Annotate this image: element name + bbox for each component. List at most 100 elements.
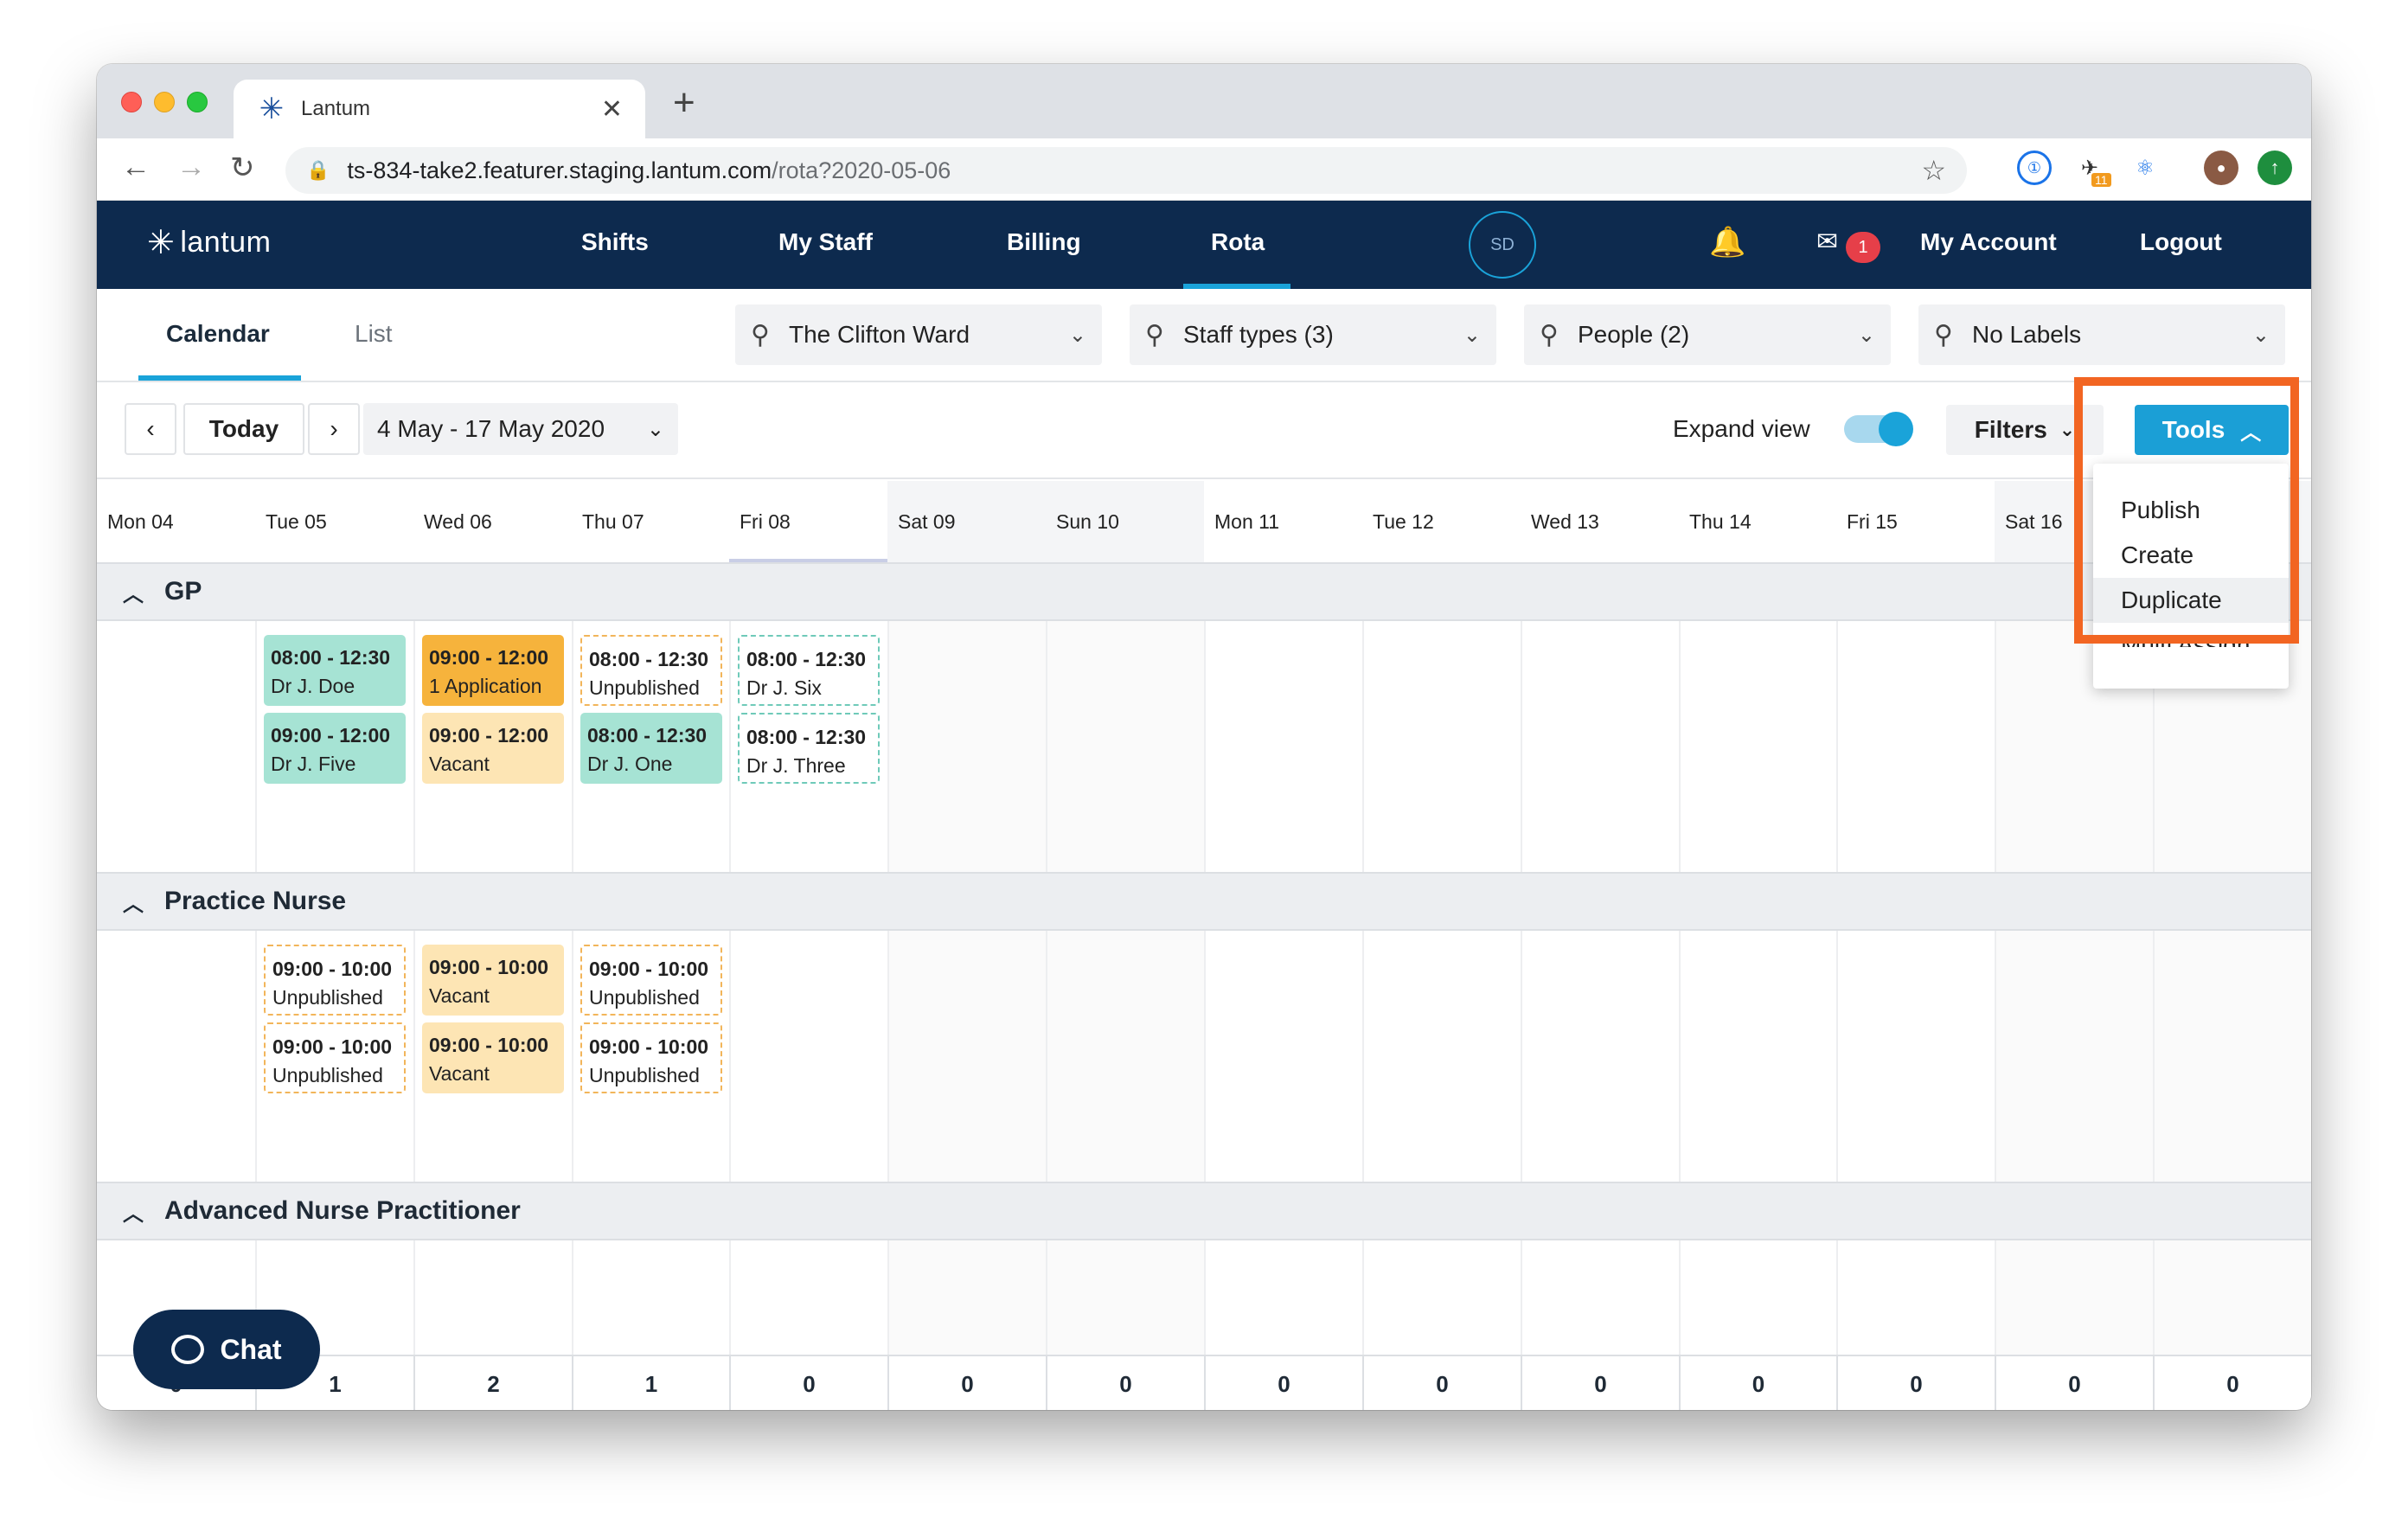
forward-icon[interactable]: → (176, 151, 206, 184)
shift-card[interactable]: 09:00 - 10:00 Unpublished (580, 1022, 722, 1093)
my-account-link[interactable]: My Account (1920, 228, 2057, 256)
weekend-column (2153, 1240, 2311, 1355)
weekend-column (887, 1240, 1046, 1355)
password-extension-icon[interactable]: ① (2017, 151, 2052, 185)
column-divider (255, 621, 257, 872)
nav-my-staff[interactable]: My Staff (778, 228, 873, 256)
tab-calendar[interactable]: Calendar (166, 320, 270, 348)
group-header-gp[interactable]: ︿ GP (97, 562, 2311, 621)
column-divider (572, 1240, 573, 1355)
shift-assignee: Dr J. Five (271, 753, 356, 775)
chevron-down-icon: ⌄ (2251, 323, 2270, 347)
logo-text: lantum (180, 226, 272, 259)
shift-card[interactable]: 09:00 - 10:00 Unpublished (580, 945, 722, 1016)
column-divider (1204, 1240, 1206, 1355)
labels-select[interactable]: ⚲ No Labels ⌄ (1918, 304, 2285, 365)
shift-assignee: Dr J. Three (746, 754, 846, 777)
shift-time: 09:00 - 10:00 (589, 1035, 709, 1058)
total-count: 2 (413, 1356, 572, 1410)
toggle-knob (1879, 412, 1913, 446)
today-button[interactable]: Today (183, 403, 304, 455)
column-divider (1046, 1240, 1047, 1355)
shift-card[interactable]: 08:00 - 12:30 Dr J. One (580, 713, 722, 784)
people-select[interactable]: ⚲ People (2) ⌄ (1524, 304, 1891, 365)
column-divider (1679, 621, 1681, 872)
day-header: Thu 07 (582, 510, 644, 533)
shift-time: 09:00 - 12:00 (429, 724, 549, 747)
shift-card[interactable]: 09:00 - 10:00 Vacant (422, 1022, 564, 1093)
shift-time: 08:00 - 12:30 (589, 648, 709, 670)
group-header-advanced-nurse-practitioner[interactable]: ︿ Advanced Nurse Practitioner (97, 1182, 2311, 1240)
browser-tabstrip: ✳ Lantum ✕ + (97, 64, 2311, 138)
minimize-window-button[interactable] (154, 92, 175, 112)
group-header-practice-nurse[interactable]: ︿ Practice Nurse (97, 872, 2311, 931)
url-host: ts-834-take2.featurer.staging.lantum.com (347, 157, 772, 183)
shift-card[interactable]: 08:00 - 12:30 Dr J. Doe (264, 635, 406, 706)
shift-card[interactable]: 08:00 - 12:30 Dr J. Three (738, 713, 880, 784)
column-divider (1362, 621, 1364, 872)
day-header: Wed 06 (424, 510, 492, 533)
maximize-window-button[interactable] (187, 92, 208, 112)
nav-rota[interactable]: Rota (1211, 228, 1265, 256)
lantum-logo[interactable]: ✳ lantum (147, 223, 271, 262)
column-divider (887, 1240, 889, 1355)
shift-card[interactable]: 09:00 - 10:00 Vacant (422, 945, 564, 1016)
staff-types-select[interactable]: ⚲ Staff types (3) ⌄ (1130, 304, 1496, 365)
profile-avatar-icon[interactable]: ● (2204, 151, 2238, 185)
day-header: Tue 12 (1373, 510, 1434, 533)
logout-link[interactable]: Logout (2140, 228, 2222, 256)
group-name: Advanced Nurse Practitioner (164, 1196, 521, 1225)
date-range-select[interactable]: 4 May - 17 May 2020 ⌄ (363, 403, 678, 455)
tab-list[interactable]: List (355, 320, 393, 348)
total-count: 0 (1679, 1356, 1836, 1410)
bookmark-star-icon[interactable]: ☆ (1921, 154, 1946, 187)
nav-billing[interactable]: Billing (1007, 228, 1081, 256)
day-header: Fri 15 (1847, 510, 1898, 533)
nav-shifts[interactable]: Shifts (581, 228, 649, 256)
chevron-down-icon: ⌄ (1463, 323, 1481, 347)
close-window-button[interactable] (121, 92, 142, 112)
chat-button[interactable]: Chat (133, 1310, 320, 1389)
filters-label: Filters (1974, 416, 2047, 443)
day-header: Mon 11 (1214, 510, 1280, 533)
shift-card[interactable]: 08:00 - 12:30 Unpublished (580, 635, 722, 706)
total-count: 1 (572, 1356, 729, 1410)
mail-icon[interactable]: ✉ (1816, 227, 1838, 257)
shift-time: 09:00 - 10:00 (429, 1034, 549, 1056)
gp-shift-grid: 08:00 - 12:30 Dr J. Doe 09:00 - 12:00 Dr J.… (97, 621, 2311, 872)
staff-types-value: Staff types (3) (1182, 321, 1334, 348)
shift-card[interactable]: 08:00 - 12:30 Dr J. Six (738, 635, 880, 706)
next-period-button[interactable]: › (308, 403, 360, 455)
column-divider (2153, 1240, 2155, 1355)
shift-time: 08:00 - 12:30 (746, 648, 867, 670)
shift-card[interactable]: 09:00 - 12:00 Dr J. Five (264, 713, 406, 784)
user-avatar[interactable]: SD (1469, 211, 1536, 279)
mail-count-badge: 1 (1846, 232, 1880, 263)
expand-view-toggle[interactable] (1844, 412, 1913, 446)
back-icon[interactable]: ← (121, 151, 150, 184)
address-bar[interactable]: 🔒 ts-834-take2.featurer.staging.lantum.c… (285, 147, 1967, 194)
shift-card[interactable]: 09:00 - 10:00 Unpublished (264, 945, 406, 1016)
react-devtools-icon[interactable]: ⚛ (2128, 151, 2162, 185)
shift-time: 08:00 - 12:30 (587, 724, 708, 747)
chevron-left-icon: ‹ (146, 415, 155, 442)
lock-icon: 🔒 (306, 159, 330, 181)
column-divider (1995, 1240, 1996, 1355)
column-divider (1521, 931, 1522, 1182)
shift-time: 09:00 - 10:00 (429, 956, 549, 978)
shift-card[interactable]: 09:00 - 12:00 1 Application (422, 635, 564, 706)
bell-icon[interactable]: 🔔 (1709, 225, 1745, 260)
ward-select[interactable]: ⚲ The Clifton Ward ⌄ (735, 304, 1102, 365)
chevron-up-icon: ︿ (123, 1202, 144, 1226)
update-icon[interactable]: ↑ (2258, 151, 2292, 185)
close-tab-icon[interactable]: ✕ (601, 94, 623, 125)
shift-card[interactable]: 09:00 - 12:00 Vacant (422, 713, 564, 784)
shift-time: 08:00 - 12:30 (746, 726, 867, 748)
reload-icon[interactable]: ↻ (230, 151, 255, 185)
new-tab-icon[interactable]: + (673, 81, 695, 125)
previous-period-button[interactable]: ‹ (125, 403, 176, 455)
total-count: 0 (729, 1356, 887, 1410)
browser-tab[interactable]: ✳ Lantum ✕ (234, 80, 645, 138)
shift-card[interactable]: 09:00 - 10:00 Unpublished (264, 1022, 406, 1093)
chevron-down-icon: ⌄ (1068, 323, 1086, 347)
